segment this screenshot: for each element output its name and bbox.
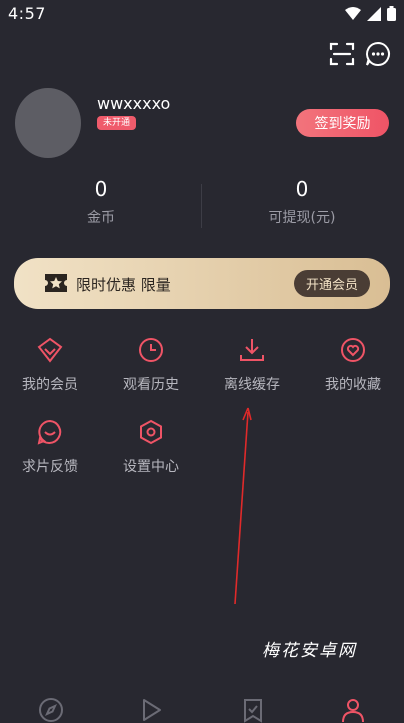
status-icons (345, 6, 396, 21)
vip-promo-text: 限时优惠 限量 (76, 276, 171, 294)
bookmark-check-icon[interactable] (240, 697, 266, 723)
menu-label: 我的收藏 (325, 377, 381, 393)
menu-my-favorites[interactable]: 我的收藏 (313, 336, 393, 394)
menu-label: 观看历史 (123, 377, 179, 393)
avatar[interactable] (15, 88, 81, 158)
ticket-star-icon (45, 274, 67, 292)
status-time: 4:57 (8, 4, 46, 23)
watermark: 梅花安卓网 (262, 641, 357, 661)
diamond-icon (37, 337, 63, 363)
profile-icon[interactable] (340, 697, 366, 723)
menu-watch-history[interactable]: 观看历史 (111, 336, 191, 394)
wifi-icon (345, 6, 361, 20)
menu-settings-center[interactable]: 设置中心 (111, 418, 191, 476)
scan-button[interactable] (328, 40, 356, 68)
stats-divider (201, 184, 202, 228)
withdrawable-value: 0 (295, 177, 309, 201)
download-icon (240, 339, 264, 361)
feedback-icon (37, 419, 62, 445)
coins-value: 0 (94, 177, 108, 201)
annotation-arrow (234, 407, 252, 605)
open-vip-button[interactable]: 开通会员 (294, 270, 370, 297)
clock-icon (139, 338, 163, 362)
checkin-reward-button[interactable]: 签到奖励 (296, 109, 389, 137)
withdrawable-label: 可提现(元) (268, 210, 336, 226)
menu-label: 设置中心 (123, 459, 179, 475)
coins-label: 金币 (87, 210, 115, 226)
menu-label: 求片反馈 (22, 459, 78, 475)
compass-icon[interactable] (38, 697, 64, 723)
coins-stat[interactable]: 0 金币 (21, 177, 181, 227)
message-button[interactable] (364, 40, 392, 68)
signal-icon (367, 6, 381, 21)
menu-request-feedback[interactable]: 求片反馈 (10, 418, 90, 476)
scan-icon (329, 42, 355, 66)
menu-label: 我的会员 (22, 377, 78, 393)
username: wwxxxxo (97, 94, 171, 113)
menu-label: 离线缓存 (224, 377, 280, 393)
chat-bubble-icon (366, 41, 390, 66)
menu-my-membership[interactable]: 我的会员 (10, 336, 90, 394)
withdrawable-stat[interactable]: 0 可提现(元) (222, 177, 382, 227)
battery-icon (387, 6, 396, 21)
settings-icon (140, 419, 162, 445)
heart-icon (341, 338, 365, 362)
play-icon[interactable] (138, 697, 164, 723)
vip-status-badge: 未开通 (97, 116, 137, 130)
menu-offline-cache[interactable]: 离线缓存 (212, 336, 292, 394)
